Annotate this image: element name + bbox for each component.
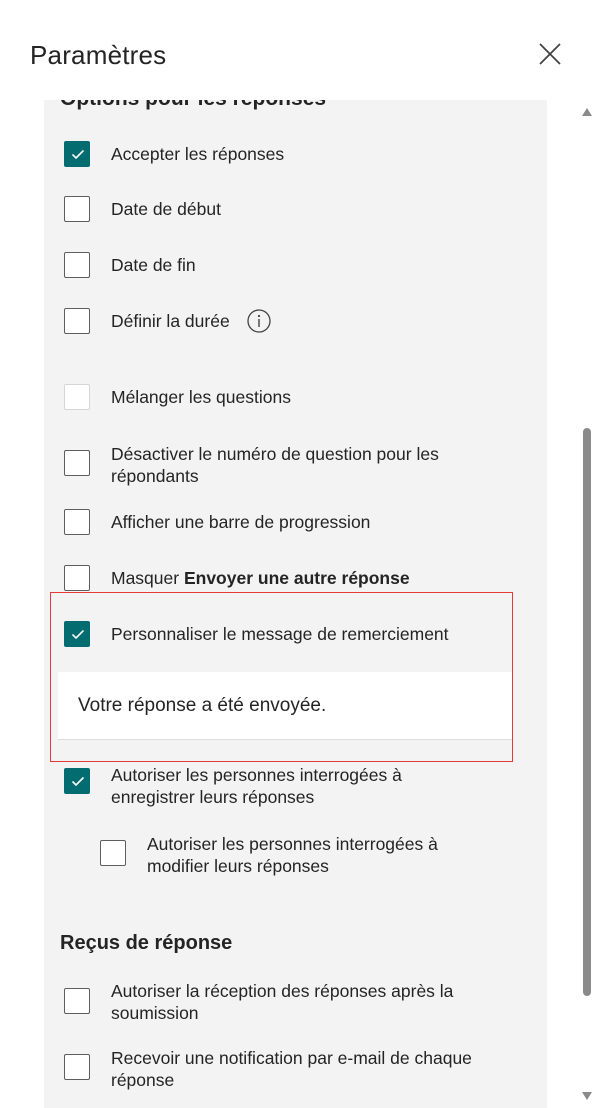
option-label: Accepter les réponses <box>111 144 285 164</box>
thank-you-message-text: Votre réponse a été envoyée. <box>78 694 327 716</box>
checkbox-accept-responses[interactable] <box>64 141 90 167</box>
option-disable-question-number[interactable]: Désactiver le numéro de question pour le… <box>64 441 504 487</box>
option-label: Date de fin <box>111 255 196 275</box>
option-label: Autoriser la réception des réponses aprè… <box>111 981 454 1023</box>
settings-scroll-area: Options pour les réponses Accepter les r… <box>44 100 547 1108</box>
option-allow-save-responses[interactable]: Autoriser les personnes interrogées à en… <box>64 762 484 808</box>
checkmark-icon <box>71 149 85 160</box>
checkbox-set-duration[interactable] <box>64 308 90 334</box>
section-title-receipts: Reçus de réponse <box>60 932 233 954</box>
checkbox-progress-bar[interactable] <box>64 509 90 535</box>
section-title-response-options: Options pour les réponses <box>60 100 326 111</box>
close-icon <box>539 43 561 65</box>
option-label: Définir la durée <box>111 311 230 331</box>
checkbox-allow-receipt[interactable] <box>64 988 90 1014</box>
option-label: Autoriser les personnes interrogées à mo… <box>147 834 438 876</box>
option-label: Afficher une barre de progression <box>111 512 371 532</box>
checkbox-allow-edit-responses[interactable] <box>100 840 126 866</box>
checkbox-disable-question-number[interactable] <box>64 450 90 476</box>
option-label-prefix: Masquer <box>111 568 184 588</box>
option-shuffle-questions[interactable]: Mélanger les questions <box>64 384 291 410</box>
option-label: Personnaliser le message de remerciement <box>111 624 449 644</box>
option-label: Masquer Envoyer une autre réponse <box>111 567 410 589</box>
option-label: Désactiver le numéro de question pour le… <box>111 444 439 486</box>
option-allow-edit-responses[interactable]: Autoriser les personnes interrogées à mo… <box>100 831 500 877</box>
checkmark-icon <box>71 629 85 640</box>
option-custom-thank-you[interactable]: Personnaliser le message de remerciement <box>64 621 449 647</box>
checkbox-hide-submit-another[interactable] <box>64 565 90 591</box>
option-label: Mélanger les questions <box>111 387 291 407</box>
close-button[interactable] <box>536 40 564 68</box>
scrollbar-thumb[interactable] <box>583 428 591 996</box>
checkbox-shuffle-questions[interactable] <box>64 384 90 410</box>
thank-you-message-input[interactable]: Votre réponse a été envoyée. <box>58 672 513 740</box>
option-progress-bar[interactable]: Afficher une barre de progression <box>64 509 370 535</box>
panel-title: Paramètres <box>30 40 167 70</box>
info-icon[interactable] <box>246 308 272 339</box>
checkbox-email-notification[interactable] <box>64 1054 90 1080</box>
scroll-down-arrow-icon[interactable] <box>582 1092 592 1100</box>
option-label: Recevoir une notification par e-mail de … <box>111 1048 472 1090</box>
checkbox-end-date[interactable] <box>64 252 90 278</box>
option-accept-responses[interactable]: Accepter les réponses <box>64 141 284 167</box>
option-hide-submit-another[interactable]: Masquer Envoyer une autre réponse <box>64 565 410 591</box>
option-set-duration[interactable]: Définir la durée <box>64 308 272 339</box>
option-end-date[interactable]: Date de fin <box>64 252 196 278</box>
checkbox-custom-thank-you[interactable] <box>64 621 90 647</box>
checkmark-icon <box>71 776 85 787</box>
option-allow-receipt[interactable]: Autoriser la réception des réponses aprè… <box>64 978 514 1024</box>
checkbox-allow-save-responses[interactable] <box>64 768 90 794</box>
scroll-up-arrow-icon[interactable] <box>582 108 592 116</box>
vertical-scrollbar[interactable] <box>578 100 598 1108</box>
option-label-bold: Envoyer une autre réponse <box>183 568 410 588</box>
option-label: Autoriser les personnes interrogées à en… <box>111 765 402 807</box>
option-start-date[interactable]: Date de début <box>64 196 221 222</box>
option-email-notification[interactable]: Recevoir une notification par e-mail de … <box>64 1045 484 1091</box>
checkbox-start-date[interactable] <box>64 196 90 222</box>
option-label: Date de début <box>111 199 221 219</box>
